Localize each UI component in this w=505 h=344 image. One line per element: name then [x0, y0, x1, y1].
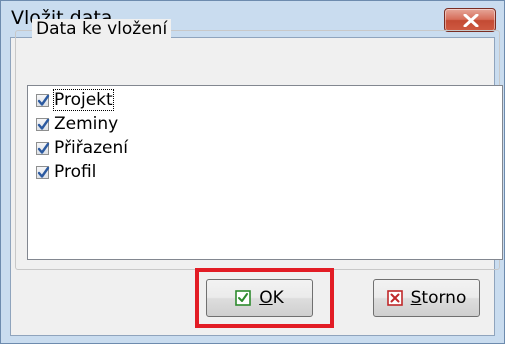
check-icon — [37, 94, 50, 106]
check-icon — [37, 166, 50, 178]
group-legend: Data ke vložení — [32, 19, 172, 39]
check-icon — [37, 118, 50, 130]
ok-button-highlight — [195, 268, 334, 328]
close-button[interactable] — [444, 8, 496, 32]
storno-button[interactable]: Storno — [373, 279, 480, 317]
list-item-profil[interactable]: Profil — [28, 160, 498, 184]
list-item-prirazeni[interactable]: Přiřazení — [28, 136, 498, 160]
close-icon — [463, 14, 479, 27]
storno-label-rest: torno — [421, 288, 467, 308]
projekt-checkbox[interactable] — [36, 93, 50, 107]
list-item-zeminy[interactable]: Zeminy — [28, 112, 498, 136]
list-item-label: Projekt — [53, 89, 114, 111]
data-checklist[interactable]: Projekt Zeminy Přiřazení Profil — [27, 85, 503, 260]
list-item-label: Profil — [54, 162, 97, 182]
profil-checkbox[interactable] — [36, 165, 50, 179]
list-item-label: Přiřazení — [54, 138, 128, 158]
list-item-label: Zeminy — [54, 114, 119, 134]
cross-icon — [386, 290, 403, 306]
zeminy-checkbox[interactable] — [36, 117, 50, 131]
list-item-projekt[interactable]: Projekt — [28, 88, 498, 112]
storno-button-label: Storno — [410, 288, 467, 308]
prirazeni-checkbox[interactable] — [36, 141, 50, 155]
check-icon — [37, 142, 50, 154]
